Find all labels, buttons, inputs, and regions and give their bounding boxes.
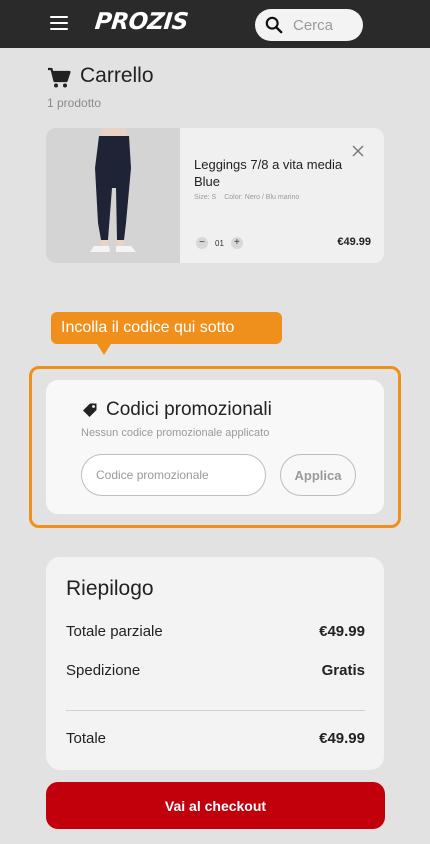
product-price: €49.99 — [337, 236, 371, 248]
summary-title: Riepilogo — [66, 577, 154, 600]
leggings-illustration — [46, 128, 180, 263]
shipping-row: Spedizione Gratis — [66, 662, 365, 679]
hamburger-icon[interactable] — [50, 16, 68, 30]
search-bar[interactable] — [255, 9, 363, 41]
order-summary: Riepilogo Totale parziale €49.99 Spedizi… — [46, 557, 384, 770]
promo-code-tooltip: Incolla il codice qui sotto — [51, 312, 282, 344]
cart-item-count: 1 prodotto — [47, 96, 102, 110]
search-input[interactable] — [293, 15, 359, 35]
product-variant: Size: S Color: Nero / Blu marino — [194, 194, 307, 201]
quantity-value: 01 — [215, 238, 224, 248]
tooltip-arrow — [97, 344, 111, 355]
shopping-cart-icon — [48, 67, 71, 88]
apply-promo-button[interactable]: Applica — [280, 454, 356, 496]
close-icon[interactable] — [351, 144, 365, 158]
total-label: Totale — [66, 730, 107, 747]
checkout-button[interactable]: Vai al checkout — [46, 782, 385, 829]
promo-code-input[interactable] — [81, 454, 266, 496]
promo-status: Nessun codice promozionale applicato — [81, 427, 270, 439]
product-name[interactable]: Leggings 7/8 a vita media Blue — [194, 156, 359, 190]
search-icon[interactable] — [265, 16, 283, 34]
subtotal-label: Totale parziale — [66, 623, 163, 640]
page-title: Carrello — [80, 64, 154, 87]
promo-code-section: Codici promozionali Nessun codice promoz… — [46, 380, 384, 514]
tag-icon — [83, 403, 97, 417]
promo-title: Codici promozionali — [106, 399, 272, 420]
subtotal-row: Totale parziale €49.99 — [66, 623, 365, 640]
prozis-logo[interactable]: PROZIS — [94, 9, 190, 35]
decrease-quantity-button[interactable]: − — [196, 237, 208, 249]
total-value: €49.99 — [319, 730, 365, 747]
summary-divider — [66, 710, 365, 711]
total-row: Totale €49.99 — [66, 730, 365, 747]
shipping-value: Gratis — [321, 662, 365, 679]
product-image[interactable] — [46, 128, 180, 263]
product-size: Size: S — [194, 194, 217, 201]
increase-quantity-button[interactable]: + — [230, 237, 243, 249]
top-header: PROZIS — [0, 0, 430, 48]
product-color: Color: Nero / Blu marino — [224, 194, 300, 201]
subtotal-value: €49.99 — [319, 623, 365, 640]
cart-item-card: Leggings 7/8 a vita media Blue Size: S Co… — [46, 128, 384, 263]
shipping-label: Spedizione — [66, 662, 141, 679]
quantity-stepper: − 01 + — [196, 236, 243, 250]
